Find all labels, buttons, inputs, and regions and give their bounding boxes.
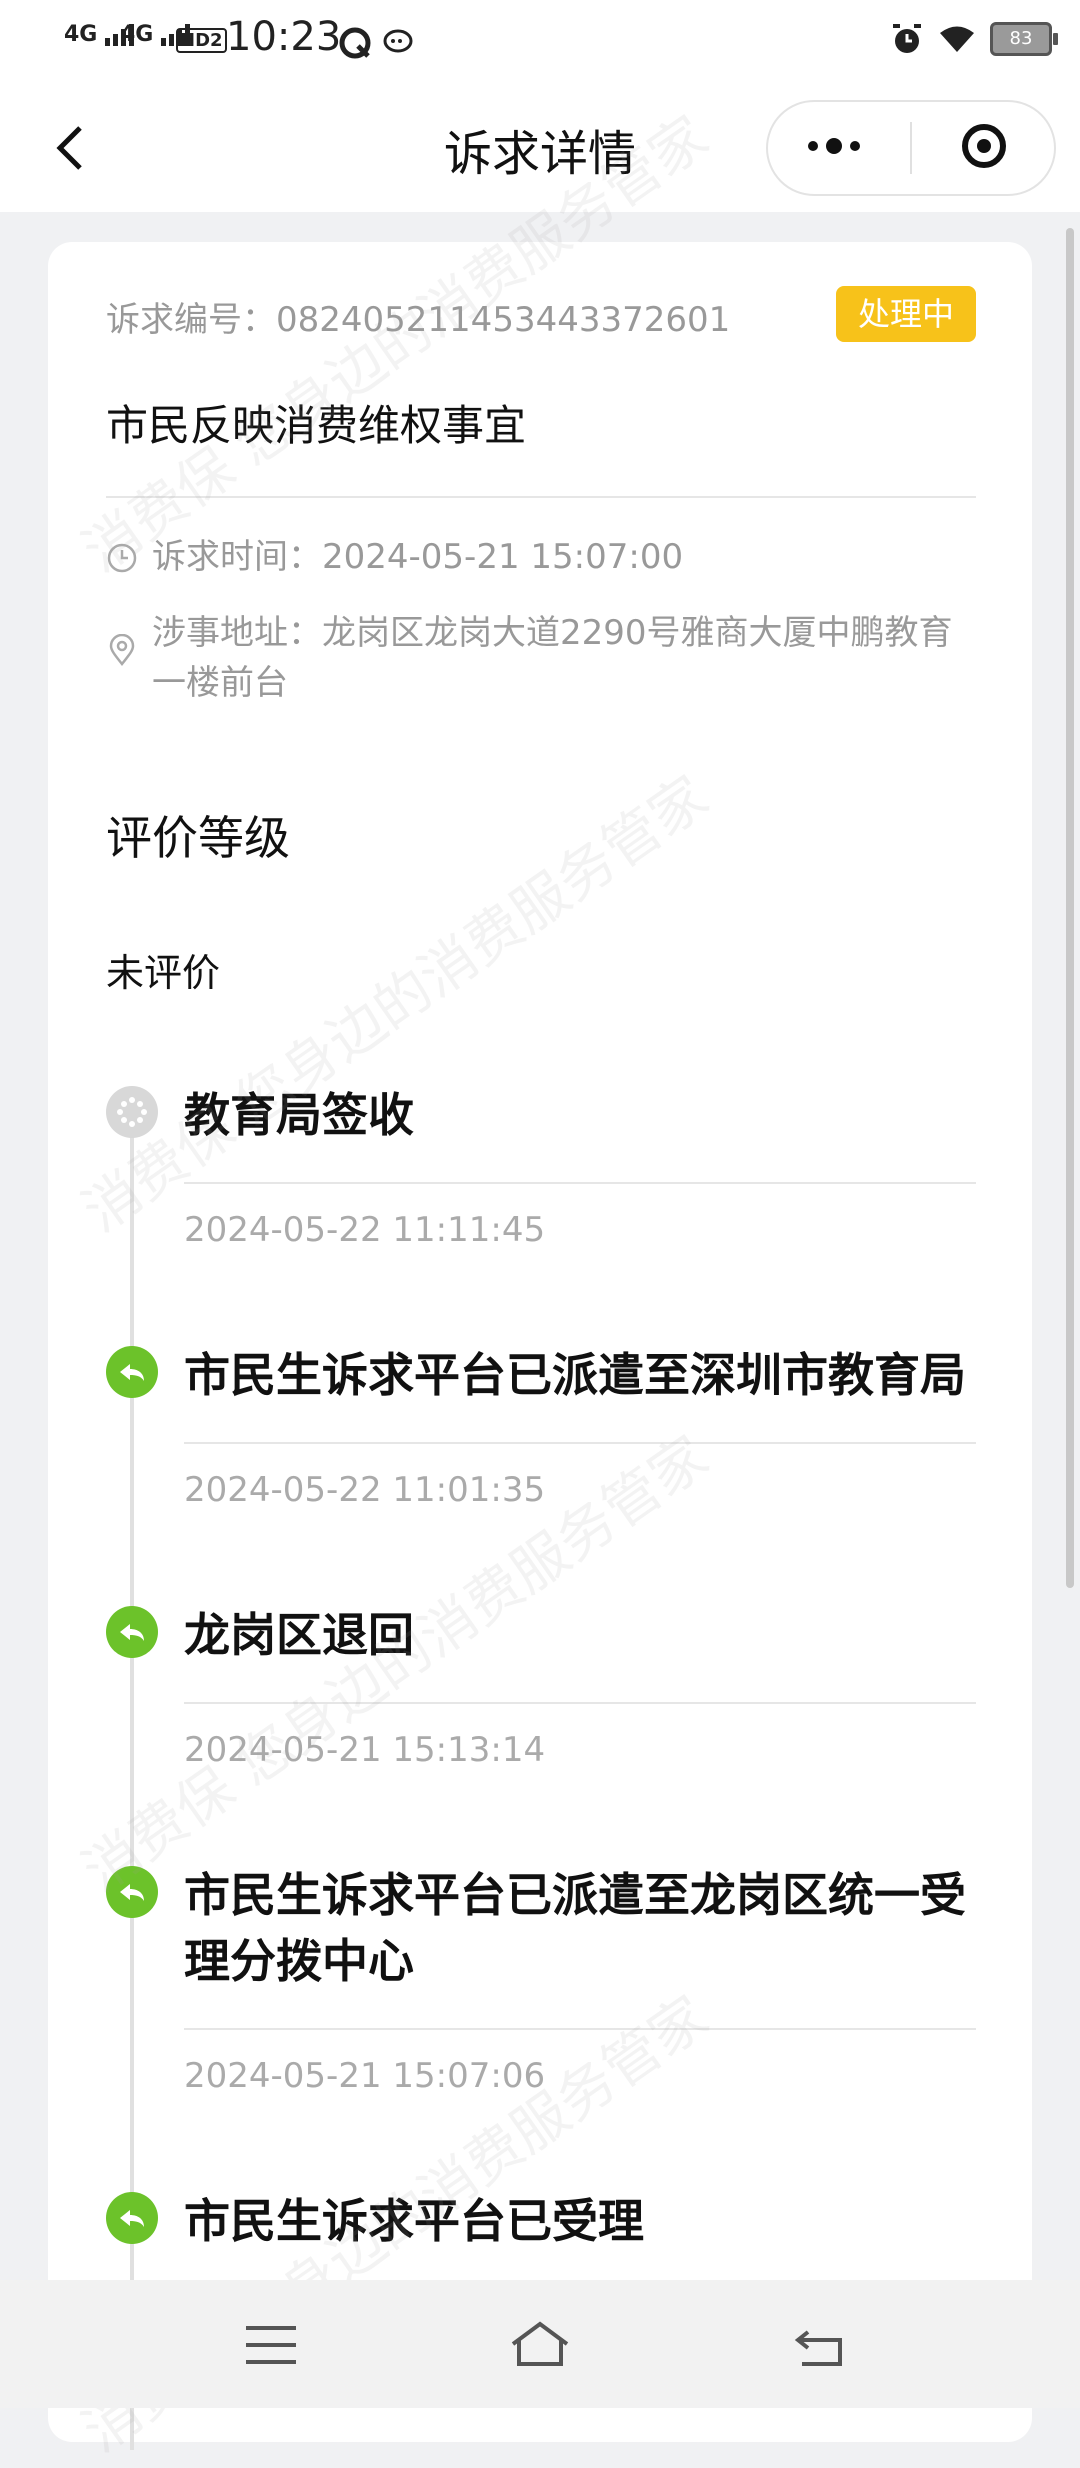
timeline-time: 2024-05-22 11:01:35	[184, 1470, 546, 1510]
complaint-time: 诉求时间：2024-05-21 15:07:00	[152, 532, 976, 582]
system-nav-bar	[0, 2280, 1080, 2408]
target-icon[interactable]	[962, 124, 1006, 168]
complaint-number: 诉求编号：082405211453443372601	[106, 292, 730, 341]
hd-badge: HD2	[176, 28, 227, 53]
capsule-divider	[910, 122, 912, 174]
status-badge: 处理中	[835, 286, 976, 342]
complaint-number-value: 082405211453443372601	[276, 300, 731, 340]
timeline-title: 教育局签收	[184, 1088, 414, 1142]
reply-arrow-icon	[120, 1364, 144, 1381]
timeline-title: 市民生诉求平台已派遣至龙岗区统一受理分拨中心	[184, 1868, 966, 1988]
complaint-time-row: 诉求时间：2024-05-21 15:07:00	[106, 532, 976, 582]
divider	[106, 496, 976, 498]
complaint-time-label: 诉求时间：	[152, 537, 322, 577]
timeline-divider	[184, 1182, 976, 1184]
done-status-icon	[106, 1606, 158, 1658]
home-icon[interactable]	[505, 2310, 575, 2380]
app-notification-icon	[339, 27, 371, 59]
wifi-icon	[940, 26, 974, 52]
complaint-number-label: 诉求编号：	[106, 300, 276, 340]
timeline-divider	[184, 1442, 976, 1444]
reply-arrow-icon	[120, 1884, 144, 1901]
timeline-title: 龙岗区退回	[184, 1608, 414, 1662]
status-bar: 4G 4G HD2 10:23 83	[0, 0, 1080, 84]
timeline-divider	[184, 2028, 976, 2030]
signal-label: 4G	[64, 22, 98, 47]
status-time: 10:23	[226, 14, 342, 60]
complaint-address-row: 涉事地址：龙岗区龙岗大道2290号雅商大厦中鹏教育一楼前台	[106, 608, 976, 708]
timeline-line	[130, 1100, 134, 2450]
timeline-title: 市民生诉求平台已派遣至深圳市教育局	[184, 1348, 966, 1402]
clock-icon	[107, 543, 137, 573]
status-right: 83	[890, 22, 1058, 56]
scrollbar[interactable]	[1066, 228, 1074, 1588]
complaint-time-value: 2024-05-21 15:07:00	[322, 537, 684, 577]
signal-label: 4G	[120, 22, 154, 47]
complaint-detail-card: 诉求编号：082405211453443372601 处理中 市民反映消费维权事…	[48, 242, 1032, 2450]
alarm-icon	[893, 24, 921, 53]
complaint-title: 市民反映消费维权事宜	[106, 401, 527, 450]
timeline-title: 市民生诉求平台已受理	[184, 2194, 644, 2248]
done-status-icon	[106, 1346, 158, 1398]
pending-status-icon	[106, 1086, 158, 1138]
loading-icon	[117, 1097, 147, 1127]
chat-notification-icon	[383, 29, 413, 53]
timeline-time: 2024-05-21 15:07:06	[184, 2056, 546, 2096]
reply-arrow-icon	[120, 2210, 144, 2227]
rating-section-title: 评价等级	[106, 811, 290, 865]
back-arrow-icon[interactable]	[788, 2310, 858, 2380]
complaint-address: 涉事地址：龙岗区龙岗大道2290号雅商大厦中鹏教育一楼前台	[152, 608, 976, 708]
menu-icon[interactable]	[236, 2310, 306, 2380]
timeline-time: 2024-05-21 15:13:14	[184, 1730, 546, 1770]
location-pin-icon	[109, 634, 135, 666]
battery-indicator: 83	[990, 22, 1058, 56]
complaint-address-label: 涉事地址：	[152, 613, 322, 653]
more-dots-icon[interactable]	[808, 138, 860, 154]
timeline-divider	[184, 1702, 976, 1704]
mini-program-capsule	[766, 100, 1056, 196]
nav-bar: 诉求详情	[0, 84, 1080, 212]
timeline-time: 2024-05-22 11:11:45	[184, 1210, 546, 1250]
rating-value: 未评价	[106, 951, 221, 995]
done-status-icon	[106, 2192, 158, 2244]
done-status-icon	[106, 1866, 158, 1918]
reply-arrow-icon	[120, 1624, 144, 1641]
